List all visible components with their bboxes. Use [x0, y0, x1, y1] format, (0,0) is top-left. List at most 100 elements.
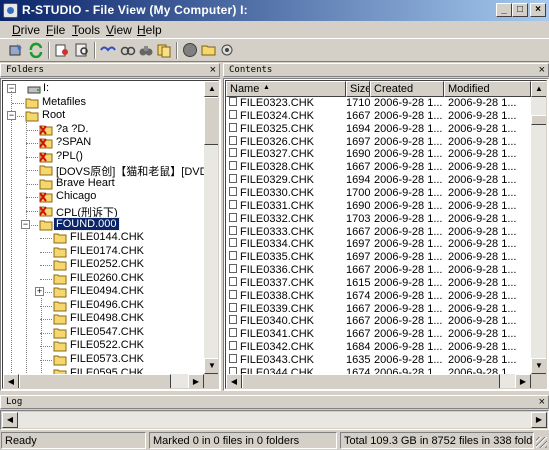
contents-vertical-scrollbar[interactable]: ▲ ▼ — [531, 81, 546, 374]
tree-horizontal-scrollbar[interactable]: ◀ ▶ — [3, 374, 204, 388]
recover-icon[interactable] — [8, 42, 24, 58]
column-header-name[interactable]: Name ▲ — [226, 81, 346, 97]
folder-icon — [39, 164, 53, 176]
column-header-modified[interactable]: Modified — [444, 81, 531, 97]
stop-icon[interactable] — [182, 42, 198, 58]
scroll-thumb[interactable] — [19, 374, 171, 388]
log-horizontal-scrollbar[interactable]: ◀ ▶ — [2, 412, 547, 428]
table-row[interactable]: FILE0332.CHK 17039... 2006-9-28 1... 2006-9… — [226, 212, 531, 226]
log-scroll-left-icon[interactable]: ◀ — [2, 412, 18, 428]
table-row[interactable]: FILE0336.CHK 16678... 2006-9-28 1... 2006-9… — [226, 264, 531, 277]
close-button[interactable]: × — [530, 3, 546, 17]
table-row[interactable]: FILE0323.CHK 17104... 2006-9-28 1... 2006-9… — [226, 97, 531, 110]
scroll-up-icon[interactable]: ▲ — [531, 81, 546, 97]
table-row[interactable]: FILE0333.CHK 16678... 2006-9-28 1... 2006-9… — [226, 225, 531, 239]
tree-item[interactable]: FILE0498.CHK — [3, 312, 218, 326]
collapse-icon[interactable]: − — [21, 219, 30, 229]
sort-icon[interactable] — [156, 42, 172, 58]
scroll-down-icon[interactable]: ▼ — [531, 358, 546, 374]
tree-item[interactable]: FILE0573.CHK — [3, 353, 218, 367]
table-row[interactable]: FILE0328.CHK 16678... 2006-9-28 1... 2006-9… — [226, 161, 531, 174]
open-folder-icon[interactable] — [201, 42, 217, 58]
table-row[interactable]: FILE0341.CHK 16678... 2006-9-28 1... 2006-9… — [226, 328, 531, 341]
folders-panel-close-icon[interactable]: × — [210, 64, 216, 77]
table-row[interactable]: FILE0338.CHK 16744... 2006-9-28 1... 2006-9… — [226, 289, 531, 303]
menu-view[interactable]: View — [106, 23, 132, 37]
resize-grip-icon[interactable] — [536, 437, 547, 448]
expand-icon[interactable]: + — [35, 287, 44, 297]
find-icon[interactable] — [74, 42, 90, 58]
table-row[interactable]: FILE0343.CHK 16351... 2006-9-28 1... 2006-9… — [226, 354, 531, 367]
scroll-up-icon[interactable]: ▲ — [204, 81, 218, 97]
scroll-down-icon[interactable]: ▼ — [204, 358, 218, 374]
table-row[interactable]: FILE0342.CHK 16842... 2006-9-28 1... 2006-9… — [226, 341, 531, 354]
contents-horizontal-scrollbar[interactable]: ◀ ▶ — [226, 374, 531, 388]
column-header-created[interactable]: Created — [370, 81, 444, 97]
tree-item[interactable]: Chicago — [3, 190, 218, 204]
log-panel-close-icon[interactable]: × — [539, 396, 545, 409]
tree-item[interactable]: FILE0252.CHK — [3, 258, 218, 272]
refresh-icon[interactable] — [28, 42, 44, 58]
tree-item[interactable]: ?PL() — [3, 150, 218, 164]
cell-size: 16941... — [346, 174, 370, 187]
maximize-button[interactable]: □ — [512, 3, 528, 17]
scroll-left-icon[interactable]: ◀ — [3, 374, 19, 388]
scroll-thumb[interactable] — [531, 115, 546, 125]
table-row[interactable]: FILE0325.CHK 16941... 2006-9-28 1... 2006-9… — [226, 122, 531, 136]
tree-item[interactable]: FILE0496.CHK — [3, 299, 218, 313]
minimize-button[interactable]: _ — [496, 3, 512, 17]
scroll-left-icon[interactable]: ◀ — [226, 374, 242, 388]
menu-help[interactable]: Help — [137, 23, 162, 37]
log-scroll-right-icon[interactable]: ▶ — [531, 412, 547, 428]
properties-icon[interactable] — [219, 42, 235, 58]
recover-marked-icon[interactable] — [120, 42, 136, 58]
scroll-thumb[interactable] — [242, 374, 500, 388]
table-row[interactable]: FILE0340.CHK 16678... 2006-9-28 1... 2006-9… — [226, 315, 531, 328]
tree-item[interactable]: ?SPAN — [3, 136, 218, 150]
tree-item[interactable]: Brave Heart — [3, 177, 218, 191]
table-row[interactable]: FILE0326.CHK 16973... 2006-9-28 1... 2006-9… — [226, 135, 531, 149]
table-row[interactable]: FILE0330.CHK 17006... 2006-9-28 1... 2006-9… — [226, 186, 531, 200]
app-icon[interactable] — [3, 3, 18, 18]
tree-item[interactable]: FILE0522.CHK — [3, 339, 218, 353]
tree-item[interactable]: FILE0174.CHK — [3, 245, 218, 259]
toolbar-separator — [176, 42, 178, 59]
log-panel-header: Log × — [0, 395, 549, 409]
cell-modified: 2006-9-28 1... — [448, 97, 517, 109]
table-row[interactable]: FILE0334.CHK 16973... 2006-9-28 1... 2006-9… — [226, 238, 531, 251]
scroll-right-icon[interactable]: ▶ — [515, 374, 531, 388]
mask-icon[interactable] — [100, 42, 116, 58]
menu-tools[interactable]: Tools — [72, 23, 100, 37]
table-row[interactable]: FILE0331.CHK 16908... 2006-9-28 1... 2006-9… — [226, 199, 531, 213]
tree-connector-line — [40, 278, 52, 280]
tree-item[interactable]: + FILE0494.CHK — [3, 285, 218, 299]
tree-item[interactable]: CPL(刑诉下) — [3, 204, 218, 219]
table-row[interactable]: FILE0327.CHK 16908... 2006-9-28 1... 2006-9… — [226, 148, 531, 161]
cell-name: FILE0337.CHK — [240, 276, 314, 289]
tree-item[interactable]: FILE0547.CHK — [3, 326, 218, 340]
menu-drive[interactable]: Drive — [12, 23, 40, 37]
collapse-icon[interactable]: − — [7, 111, 16, 121]
table-row[interactable]: FILE0335.CHK 16973... 2006-9-28 1... 2006-9… — [226, 251, 531, 264]
binoculars-icon[interactable] — [138, 42, 154, 58]
tree-item[interactable]: ?a ?D. — [3, 123, 218, 137]
tree-item[interactable]: FILE0260.CHK — [3, 272, 218, 286]
table-row[interactable]: FILE0337.CHK 16154... 2006-9-28 1... 2006-9… — [226, 276, 531, 290]
contents-panel-close-icon[interactable]: × — [539, 64, 545, 77]
table-row[interactable]: FILE0329.CHK 16941... 2006-9-28 1... 2006-9… — [226, 174, 531, 187]
file-icon — [229, 109, 237, 119]
tree-item[interactable]: [DOVS原创]【猫和老鼠】[DVD — [3, 163, 218, 178]
menu-file[interactable]: File — [46, 23, 65, 37]
scan-icon[interactable] — [54, 42, 70, 58]
tree-item-root-drive[interactable]: − I: — [3, 82, 203, 96]
tree-vertical-scrollbar[interactable]: ▲ ▼ — [204, 81, 218, 374]
column-header-size[interactable]: Size — [346, 81, 370, 97]
table-row[interactable]: FILE0339.CHK 16678... 2006-9-28 1... 2006-9… — [226, 302, 531, 316]
scroll-thumb[interactable] — [204, 97, 218, 145]
table-row[interactable]: FILE0324.CHK 16678... 2006-9-28 1... 2006-9… — [226, 109, 531, 123]
tree-item[interactable]: − Root — [3, 109, 218, 123]
tree-item[interactable]: − FOUND.000 — [3, 216, 218, 232]
tree-item[interactable]: Metafiles — [3, 96, 218, 110]
scroll-right-icon[interactable]: ▶ — [188, 374, 204, 388]
tree-item[interactable]: FILE0144.CHK — [3, 231, 218, 245]
